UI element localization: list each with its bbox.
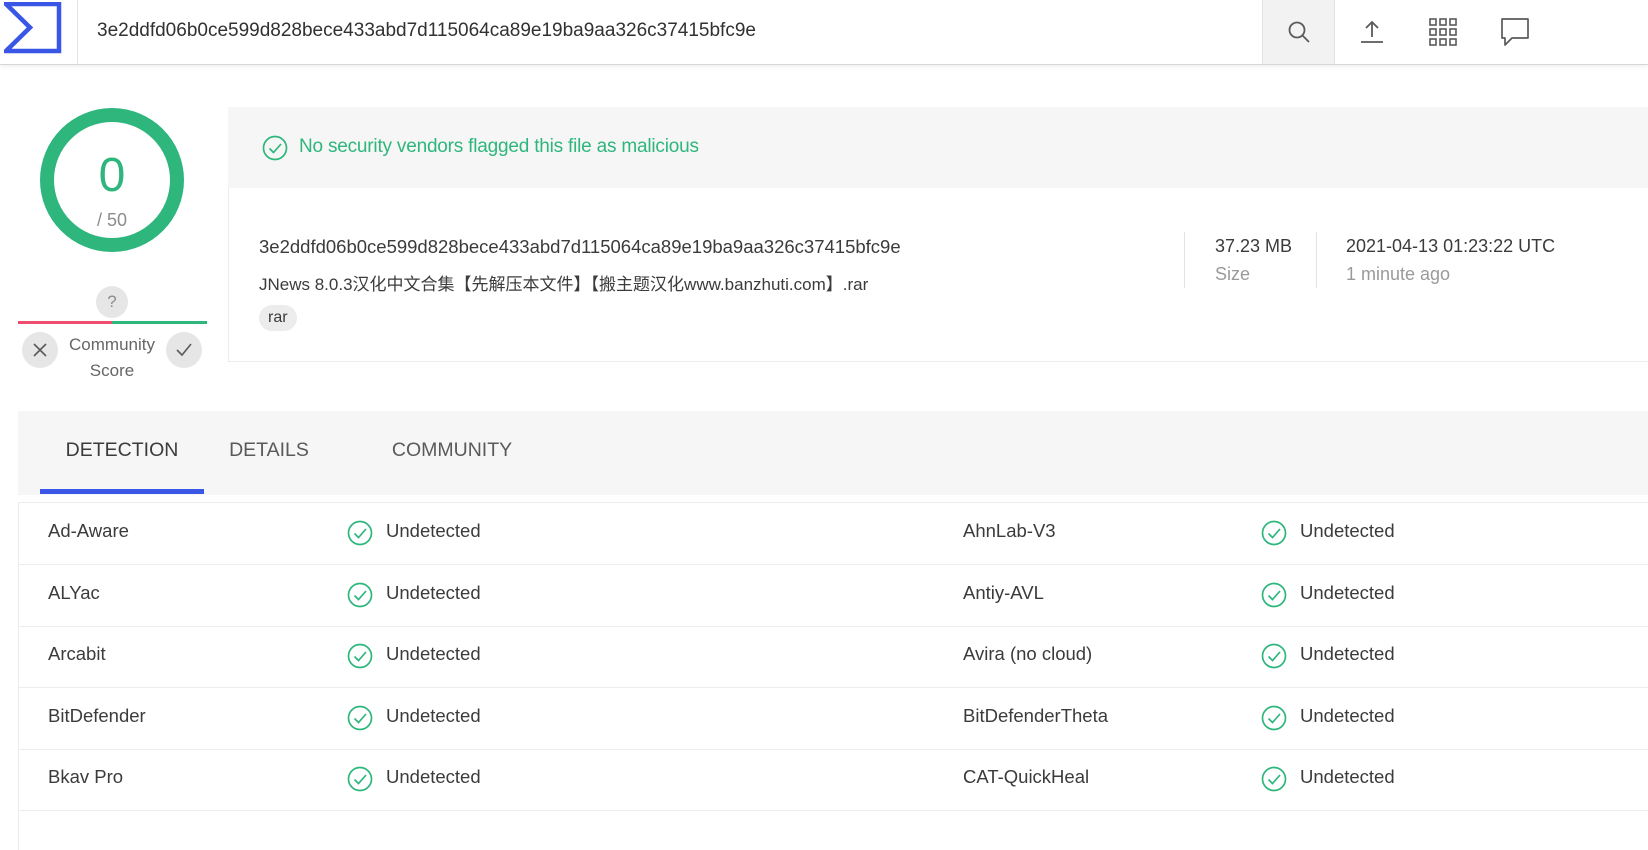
engine-result: Undetected	[1300, 705, 1395, 726]
engine-result: Undetected	[1300, 520, 1395, 541]
tab-detection[interactable]: DETECTION	[40, 411, 204, 495]
community-score-bar-negative	[18, 321, 112, 324]
divider	[1184, 232, 1185, 288]
check-circle-icon	[1261, 766, 1287, 792]
engine-result: Undetected	[1300, 643, 1395, 664]
logo-icon[interactable]	[0, 0, 78, 64]
engine-total: / 50	[96, 210, 128, 230]
table-row: Ad-Aware Undetected AhnLab-V3 Undetected	[19, 503, 1648, 565]
close-icon	[33, 343, 47, 357]
verdict-text: No security vendors flagged this file as…	[299, 136, 699, 157]
engine-name[interactable]: ALYac	[48, 582, 100, 604]
engine-result: Undetected	[1300, 766, 1395, 787]
apps-grid-icon	[1429, 18, 1457, 46]
check-circle-icon	[347, 582, 373, 608]
divider	[1316, 232, 1317, 288]
engine-result: Undetected	[386, 643, 481, 664]
verdict-banner: No security vendors flagged this file as…	[228, 107, 1648, 188]
detection-score-ring: 0 / 50	[40, 108, 184, 252]
top-bar	[0, 0, 1648, 65]
check-circle-icon	[1261, 705, 1287, 731]
search-icon	[1288, 21, 1310, 43]
file-name: JNews 8.0.3汉化中文合集【先解压本文件】【搬主题汉化www.banzh…	[259, 275, 869, 294]
detection-count: 0	[98, 149, 126, 202]
detection-table: Ad-Aware Undetected AhnLab-V3 Undetected…	[18, 502, 1648, 850]
engine-result: Undetected	[386, 705, 481, 726]
table-row: Arcabit Undetected Avira (no cloud) Unde…	[19, 626, 1648, 688]
check-circle-icon	[1261, 582, 1287, 608]
table-row: Bkav Pro Undetected CAT-QuickHeal Undete…	[19, 749, 1648, 811]
file-info-card: 3e2ddfd06b0ce599d828bece433abd7d115064ca…	[228, 188, 1648, 362]
engine-result: Undetected	[386, 520, 481, 541]
check-circle-icon	[347, 643, 373, 669]
upload-button[interactable]	[1336, 0, 1408, 64]
engine-name[interactable]: Antiy-AVL	[963, 582, 1044, 604]
check-circle-icon	[347, 766, 373, 792]
file-type-tag[interactable]: rar	[259, 305, 297, 331]
file-size: 37.23 MB	[1215, 236, 1293, 256]
file-hash: 3e2ddfd06b0ce599d828bece433abd7d115064ca…	[259, 236, 901, 257]
community-score-label: Community Score	[69, 335, 155, 380]
tab-bar: DETECTION DETAILS COMMUNITY	[18, 411, 1648, 495]
table-row: BitDefender Undetected BitDefenderTheta …	[19, 688, 1648, 750]
vote-malicious-button[interactable]	[22, 332, 58, 368]
check-circle-icon	[262, 135, 288, 161]
engine-result: Undetected	[386, 766, 481, 787]
engine-name[interactable]: Arcabit	[48, 643, 106, 665]
engine-result: Undetected	[1300, 582, 1395, 603]
engine-name[interactable]: CAT-QuickHeal	[963, 766, 1089, 788]
tab-details[interactable]: DETAILS	[218, 411, 320, 495]
vote-harmless-button[interactable]	[166, 332, 202, 368]
engine-name[interactable]: Ad-Aware	[48, 520, 129, 542]
engine-name[interactable]: AhnLab-V3	[963, 520, 1056, 542]
table-row: ALYac Undetected Antiy-AVL Undetected	[19, 565, 1648, 627]
community-score-value: ?	[96, 286, 128, 318]
analysis-date: 2021-04-13 01:23:22 UTC	[1346, 236, 1556, 256]
engine-name[interactable]: BitDefenderTheta	[963, 705, 1108, 727]
check-circle-icon	[1261, 643, 1287, 669]
search-input[interactable]	[97, 16, 1247, 46]
engine-name[interactable]: Avira (no cloud)	[963, 643, 1092, 665]
community-score-bar-positive	[112, 321, 207, 324]
check-circle-icon	[347, 705, 373, 731]
engine-name[interactable]: BitDefender	[48, 705, 146, 727]
upload-icon	[1361, 20, 1383, 43]
engine-result: Undetected	[386, 582, 481, 603]
tab-community[interactable]: COMMUNITY	[378, 411, 526, 495]
active-tab-indicator	[40, 489, 204, 494]
engine-name[interactable]: Bkav Pro	[48, 766, 123, 788]
check-circle-icon	[347, 520, 373, 546]
apps-button[interactable]	[1407, 0, 1479, 64]
check-icon	[176, 343, 192, 357]
feedback-button[interactable]	[1479, 0, 1551, 64]
analysis-date-relative: 1 minute ago	[1346, 264, 1451, 284]
chat-icon	[1501, 18, 1529, 46]
file-size-label: Size	[1215, 264, 1251, 284]
search-button[interactable]	[1262, 0, 1335, 64]
check-circle-icon	[1261, 520, 1287, 546]
